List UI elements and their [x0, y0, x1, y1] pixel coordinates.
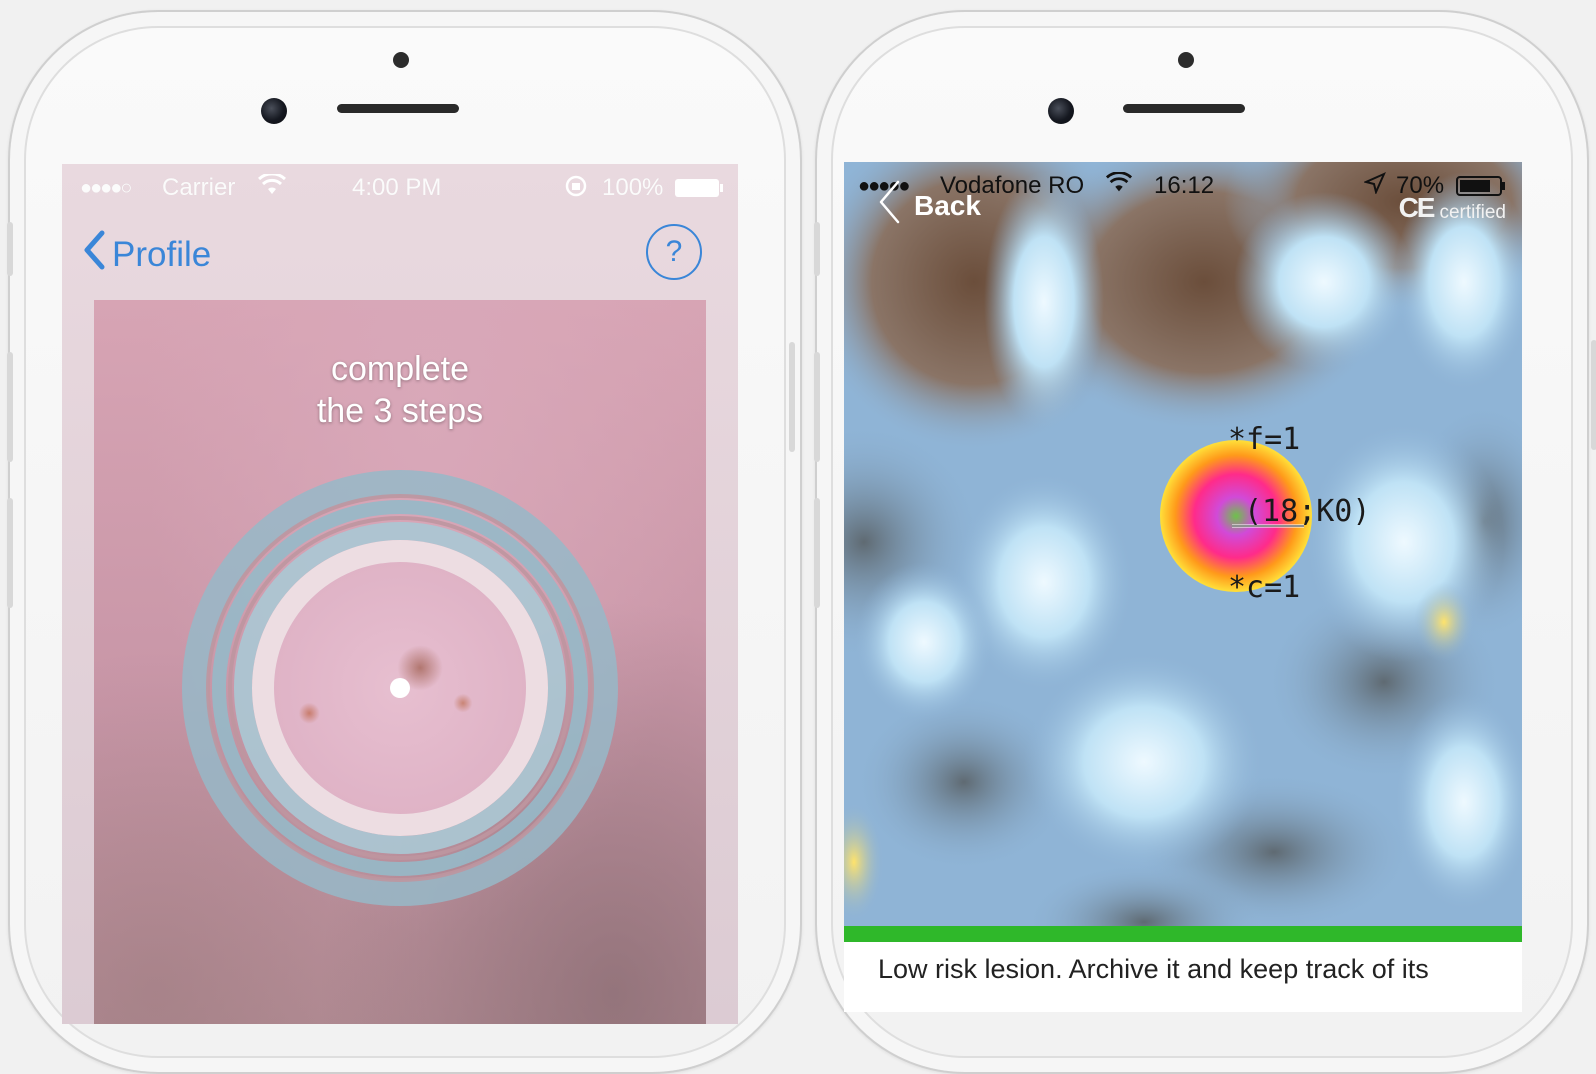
- annotation-c: *c=1: [1228, 570, 1301, 605]
- back-label: Back: [914, 189, 981, 221]
- heatmap-image: [844, 162, 1522, 926]
- clock: 16:12: [1154, 172, 1215, 199]
- location-icon: [1362, 172, 1386, 201]
- screen-left: ●●●●○ Carrier 4:00 PM 100% Profile ? com…: [62, 164, 738, 1024]
- lesion-heatmap: [844, 162, 1522, 926]
- mute-switch: [814, 222, 820, 276]
- instruction-line-1: complete: [331, 350, 469, 388]
- sensor-dot: [1178, 52, 1194, 68]
- power-button: [789, 342, 795, 452]
- annotation-f: *f=1: [1228, 422, 1301, 457]
- phone-frame-left: ●●●●○ Carrier 4:00 PM 100% Profile ? com…: [7, 10, 802, 1074]
- screen-right: ●●●●● Vodafone RO 16:12 70% CE certified…: [844, 162, 1522, 1012]
- volume-down-button: [814, 498, 820, 608]
- status-bar: ●●●●○ Carrier 4:00 PM 100%: [62, 164, 738, 208]
- ce-certified-badge: CE certified: [1399, 192, 1506, 224]
- volume-up-button: [814, 352, 820, 462]
- instruction-line-2: the 3 steps: [316, 392, 484, 430]
- sensor-dot: [393, 52, 409, 68]
- wifi-icon: [257, 172, 287, 203]
- front-camera: [1048, 98, 1074, 124]
- earpiece: [1123, 104, 1245, 113]
- help-icon: ?: [665, 235, 683, 268]
- earpiece: [337, 104, 459, 113]
- certified-label: certified: [1439, 202, 1506, 223]
- power-button: [1591, 340, 1596, 450]
- mute-switch: [7, 222, 13, 276]
- clock: 4:00 PM: [352, 174, 442, 201]
- rotation-lock-icon: [564, 174, 588, 205]
- camera-viewfinder[interactable]: complete the 3 steps: [94, 300, 706, 1024]
- front-camera: [261, 98, 287, 124]
- chevron-left-icon: [878, 180, 914, 231]
- risk-indicator-bar: [844, 926, 1522, 942]
- battery-icon: [674, 177, 724, 205]
- battery-percent: 100%: [602, 174, 664, 201]
- back-button[interactable]: Back: [878, 180, 981, 231]
- volume-down-button: [7, 498, 13, 608]
- ce-symbol: CE: [1398, 192, 1436, 223]
- annotation-coordinates: (18;K0): [1244, 494, 1371, 529]
- chevron-left-icon: [82, 230, 112, 279]
- result-message: Low risk lesion. Archive it and keep tra…: [878, 954, 1429, 984]
- target-center-dot: [390, 678, 410, 698]
- back-button[interactable]: Profile: [82, 230, 211, 279]
- carrier-name: Carrier: [162, 174, 236, 201]
- instruction-text: complete the 3 steps: [94, 348, 706, 432]
- back-label: Profile: [112, 234, 212, 274]
- volume-up-button: [7, 352, 13, 462]
- help-button[interactable]: ?: [646, 224, 702, 280]
- nav-bar: Profile ?: [62, 208, 738, 294]
- signal-strength: ●●●●○: [80, 177, 132, 199]
- wifi-icon: [1105, 171, 1133, 201]
